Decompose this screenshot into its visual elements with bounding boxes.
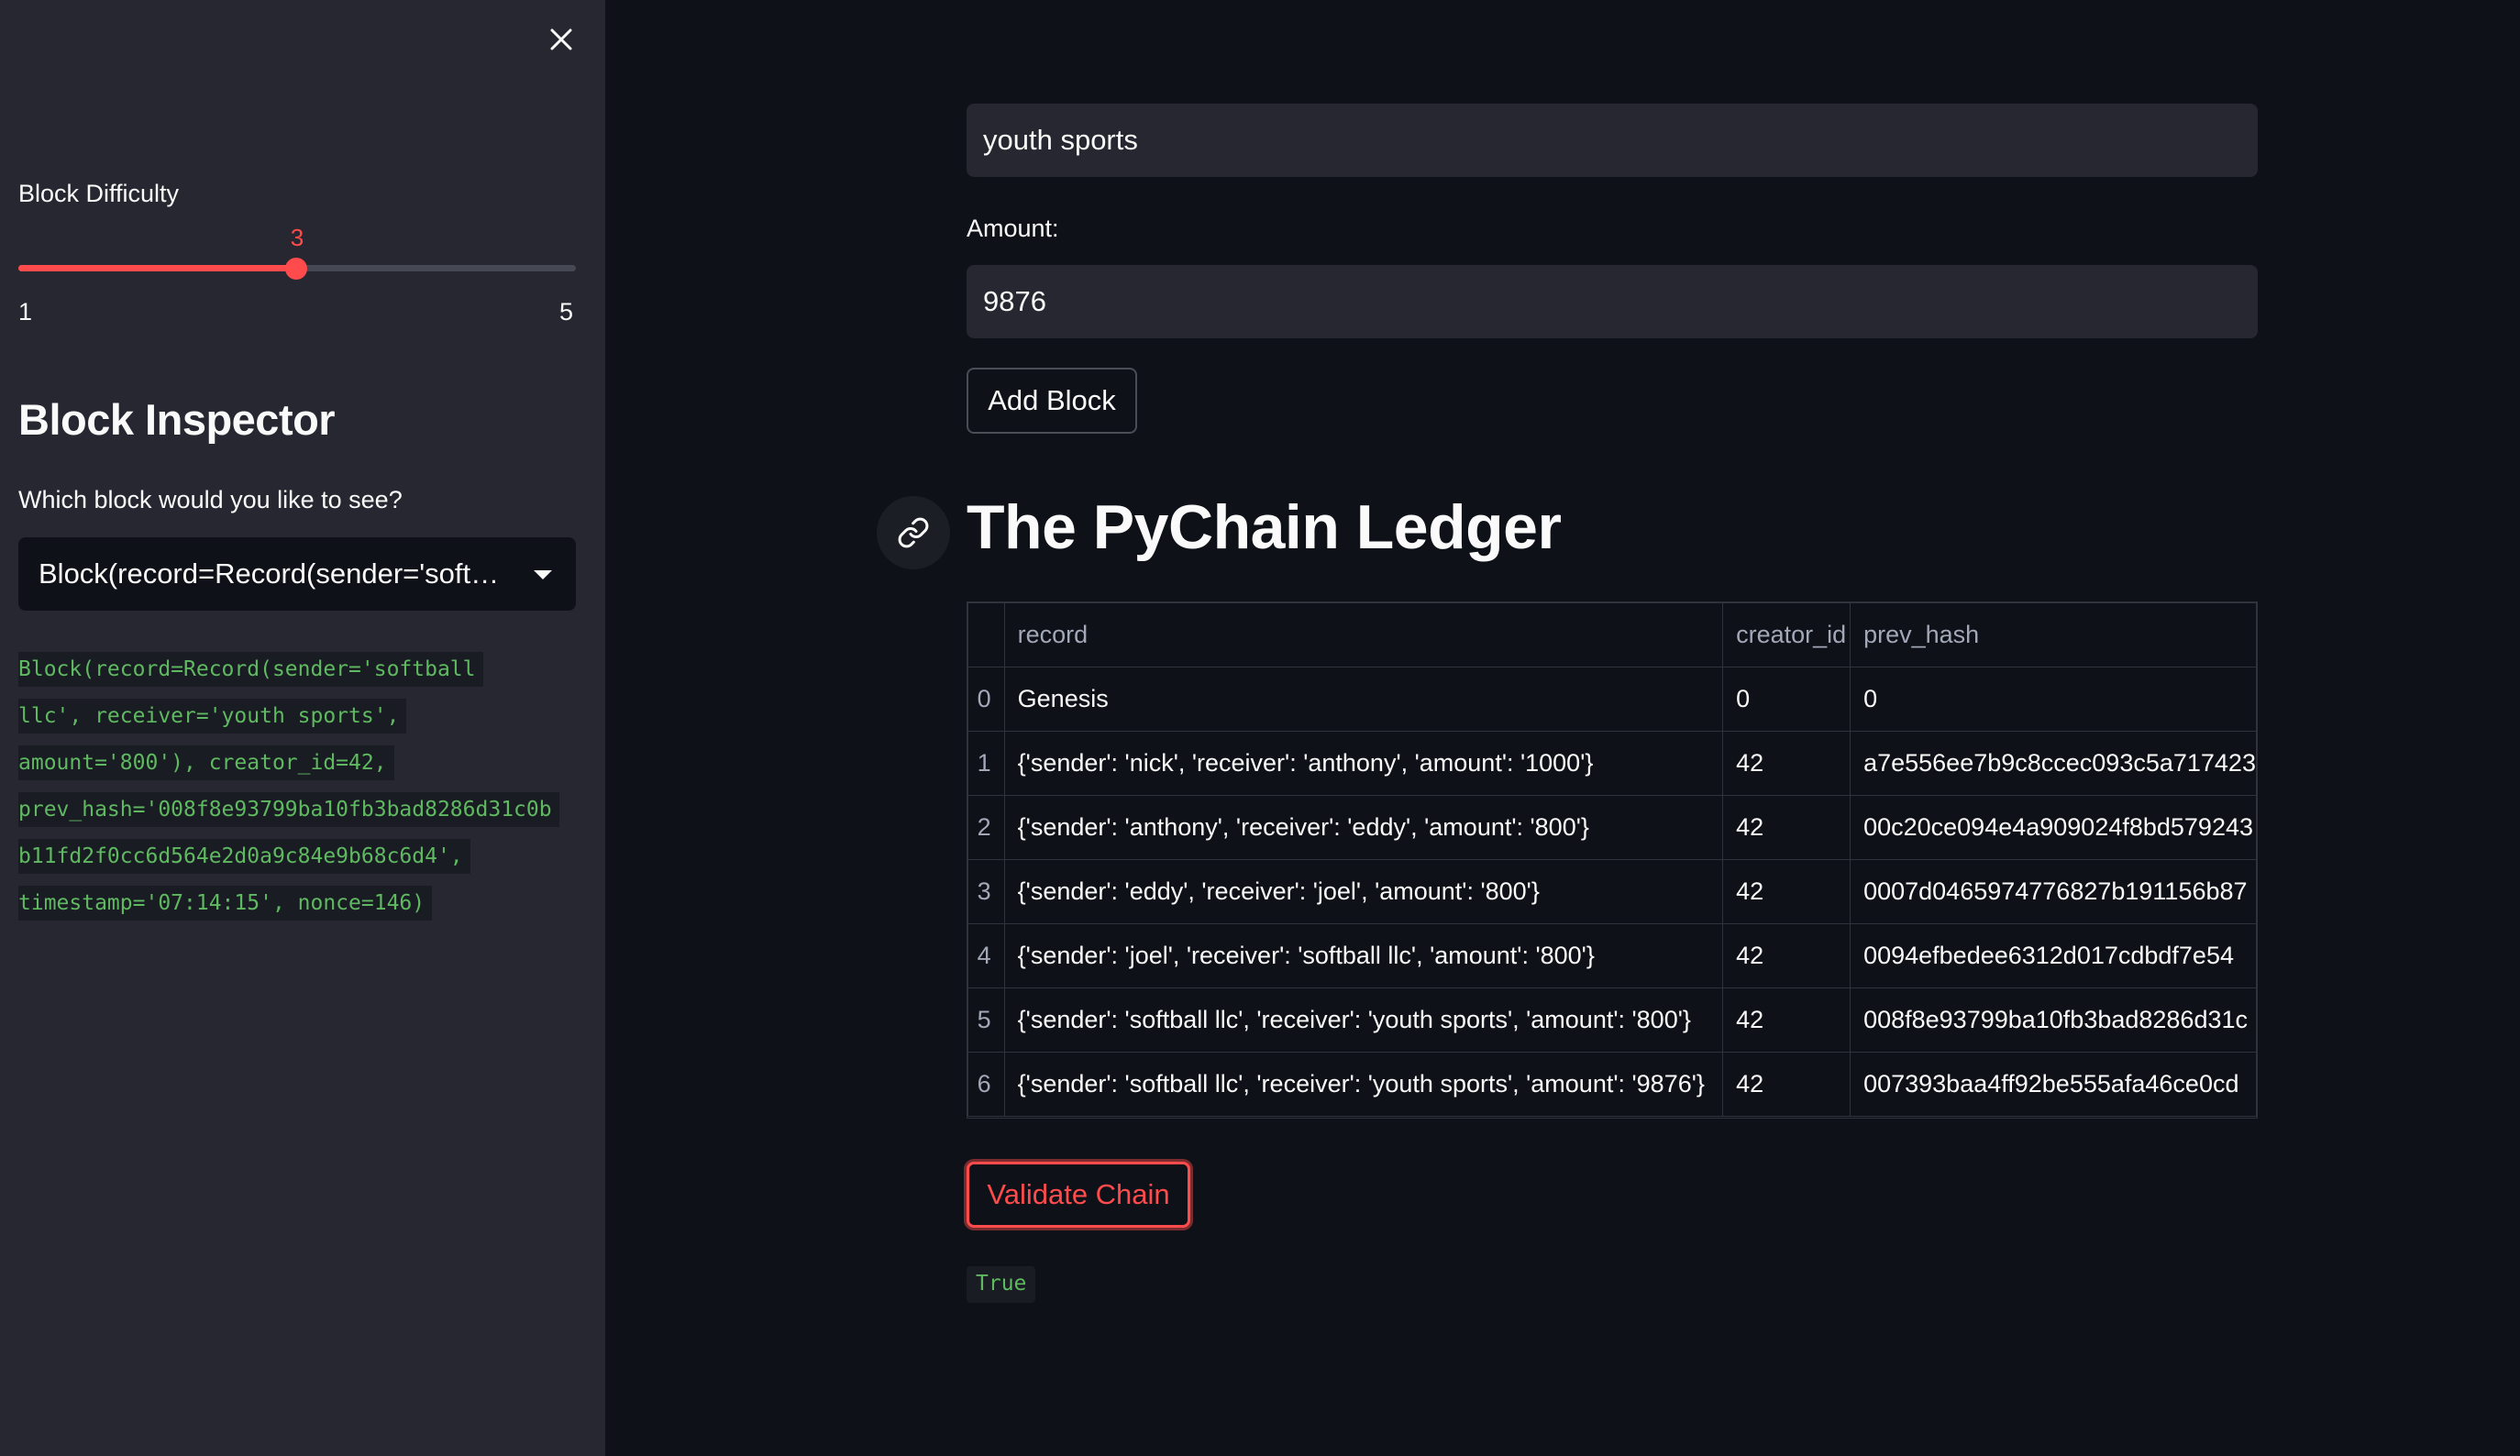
ledger-table-container[interactable]: record creator_id prev_hash 0 Genesis 0 0 1{… (967, 601, 2258, 1119)
row-index[interactable]: 3 (967, 859, 1005, 924)
difficulty-slider-thumb[interactable] (285, 258, 307, 280)
close-sidebar-button[interactable] (542, 20, 580, 59)
code-line: b11fd2f0cc6d564e2d0a9c84e9b68c6d4', (18, 839, 470, 874)
creator-id-cell[interactable]: 0 (1722, 667, 1851, 732)
prev-hash-cell[interactable]: 0094efbedee6312d017cdbdf7e54 (1850, 923, 2257, 988)
row-index[interactable]: 6 (967, 1052, 1005, 1117)
record-cell[interactable]: {'sender': 'softball llc', 'receiver': '… (1003, 987, 1724, 1053)
code-line: prev_hash='008f8e93799ba10fb3bad8286d31c… (18, 792, 559, 827)
column-header-record[interactable]: record (1003, 602, 1724, 667)
block-code-output: Block(record=Record(sender='softball llc'… (18, 646, 587, 927)
ledger-table: record creator_id prev_hash 0 Genesis 0 0 1{… (967, 602, 2257, 1117)
prev-hash-cell[interactable]: 007393baa4ff92be555afa46ce0cd (1850, 1052, 2257, 1117)
slider-max-label: 5 (559, 298, 574, 325)
app-root: Block Difficulty 3 1 5 Block Inspector W… (0, 0, 2520, 1456)
creator-id-cell[interactable]: 42 (1722, 795, 1851, 860)
table-row: 5 {'sender': 'softball llc', 'receiver': … (967, 987, 2257, 1053)
table-row: 1 {'sender': 'nick', 'receiver': 'anthony… (967, 731, 2257, 796)
creator-id-cell[interactable]: 42 (1722, 1052, 1851, 1117)
row-index[interactable]: 5 (967, 987, 1005, 1053)
code-line: Block(record=Record(sender='softball (18, 652, 483, 687)
table-header-row: record creator_id prev_hash (967, 602, 2257, 667)
record-cell[interactable]: {'sender': 'softball llc', 'receiver': '… (1003, 1052, 1724, 1117)
table-row: 0 Genesis 0 0 (967, 667, 2257, 732)
block-select-label: Which block would you like to see? (18, 486, 403, 513)
table-row: 4 {'sender': 'joel', 'receiver': 'softbal… (967, 923, 2257, 988)
record-cell[interactable]: Genesis (1003, 667, 1724, 732)
prev-hash-cell[interactable]: a7e556ee7b9c8ccec093c5a717423 (1850, 731, 2257, 796)
record-cell[interactable]: {'sender': 'nick', 'receiver': 'anthony'… (1003, 731, 1724, 796)
amount-input[interactable]: 9876 (967, 265, 2258, 338)
code-line: llc', receiver='youth sports', (18, 699, 407, 734)
column-header-creator-id[interactable]: creator_id (1722, 602, 1851, 667)
ledger-heading: The PyChain Ledger (967, 492, 1562, 562)
block-select-value: Block(record=Record(sender='softball llc… (39, 557, 506, 590)
block-inspector-heading: Block Inspector (18, 395, 336, 444)
table-row: 2 {'sender': 'anthony', 'receiver': 'eddy… (967, 795, 2257, 860)
add-block-button[interactable]: Add Block (967, 368, 1137, 434)
chevron-down-icon (534, 570, 552, 579)
main-content: youth sports Amount: 9876 Add Block The … (605, 0, 2520, 1456)
difficulty-slider-fill (18, 265, 297, 271)
slider-min-label: 1 (18, 298, 33, 325)
block-select[interactable]: Block(record=Record(sender='softball llc… (18, 537, 576, 611)
amount-label: Amount: (967, 215, 1059, 242)
row-index[interactable]: 4 (967, 923, 1005, 988)
prev-hash-cell[interactable]: 0 (1850, 667, 2257, 732)
validation-result: True (967, 1266, 1036, 1303)
creator-id-cell[interactable]: 42 (1722, 859, 1851, 924)
creator-id-cell[interactable]: 42 (1722, 987, 1851, 1053)
row-index[interactable]: 2 (967, 795, 1005, 860)
ledger-table-body: 0 Genesis 0 0 1 {'sender': 'nick', 'receiver'… (967, 667, 2257, 1117)
creator-id-cell[interactable]: 42 (1722, 923, 1851, 988)
record-cell[interactable]: {'sender': 'eddy', 'receiver': 'joel', '… (1003, 859, 1724, 924)
slider-value: 3 (290, 224, 304, 251)
record-cell[interactable]: {'sender': 'anthony', 'receiver': 'eddy'… (1003, 795, 1724, 860)
column-header-prev-hash[interactable]: prev_hash (1850, 602, 2257, 667)
row-index[interactable]: 1 (967, 731, 1005, 796)
column-header-index (967, 602, 1005, 667)
prev-hash-cell[interactable]: 008f8e93799ba10fb3bad8286d31c (1850, 987, 2257, 1053)
creator-id-cell[interactable]: 42 (1722, 731, 1851, 796)
record-cell[interactable]: {'sender': 'joel', 'receiver': 'softball… (1003, 923, 1724, 988)
table-row: 6 {'sender': 'softball llc', 'receiver': … (967, 1052, 2257, 1117)
link-icon (898, 517, 929, 548)
heading-anchor-link[interactable] (877, 496, 950, 569)
slider-label: Block Difficulty (18, 180, 180, 207)
code-line: amount='800'), creator_id=42, (18, 745, 394, 780)
prev-hash-cell[interactable]: 0007d0465974776827b191156b87 (1850, 859, 2257, 924)
table-row: 3 {'sender': 'eddy', 'receiver': 'joel', … (967, 859, 2257, 924)
sidebar: Block Difficulty 3 1 5 Block Inspector W… (0, 0, 605, 1456)
row-index[interactable]: 0 (967, 667, 1005, 732)
receiver-input[interactable]: youth sports (967, 104, 2258, 177)
close-icon (550, 28, 572, 50)
prev-hash-cell[interactable]: 00c20ce094e4a909024f8bd579243 (1850, 795, 2257, 860)
code-line: timestamp='07:14:15', nonce=146) (18, 886, 433, 921)
validate-chain-button[interactable]: Validate Chain (967, 1162, 1190, 1228)
